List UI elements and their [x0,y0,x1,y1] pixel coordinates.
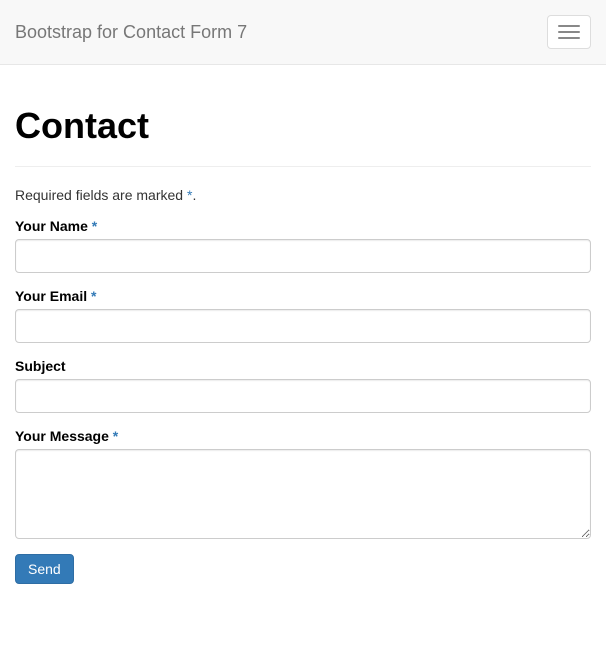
required-note-prefix: Required fields are marked [15,187,187,203]
message-label-text: Your Message [15,428,113,444]
hamburger-icon [558,37,580,39]
asterisk-icon: * [91,288,96,304]
email-label-text: Your Email [15,288,91,304]
asterisk-icon: * [113,428,118,444]
required-note-suffix: . [192,187,196,203]
email-label: Your Email * [15,288,96,304]
subject-input[interactable] [15,379,591,413]
name-label: Your Name * [15,218,97,234]
message-input[interactable] [15,449,591,539]
form-group-message: Your Message * [15,428,591,539]
form-group-name: Your Name * [15,218,591,273]
navbar: Bootstrap for Contact Form 7 [0,0,606,65]
hamburger-icon [558,25,580,27]
email-input[interactable] [15,309,591,343]
subject-label: Subject [15,358,66,374]
asterisk-icon: * [92,218,97,234]
navbar-brand: Bootstrap for Contact Form 7 [15,22,247,42]
hamburger-icon [558,31,580,33]
navbar-toggle-button[interactable] [547,15,591,49]
form-group-email: Your Email * [15,288,591,343]
page-header: Contact [15,65,591,167]
send-button[interactable]: Send [15,554,74,584]
name-label-text: Your Name [15,218,92,234]
form-group-subject: Subject [15,358,591,413]
required-fields-note: Required fields are marked *. [15,187,591,203]
form-container: Required fields are marked *. Your Name … [0,187,606,584]
message-label: Your Message * [15,428,118,444]
name-input[interactable] [15,239,591,273]
page-title: Contact [15,105,591,147]
